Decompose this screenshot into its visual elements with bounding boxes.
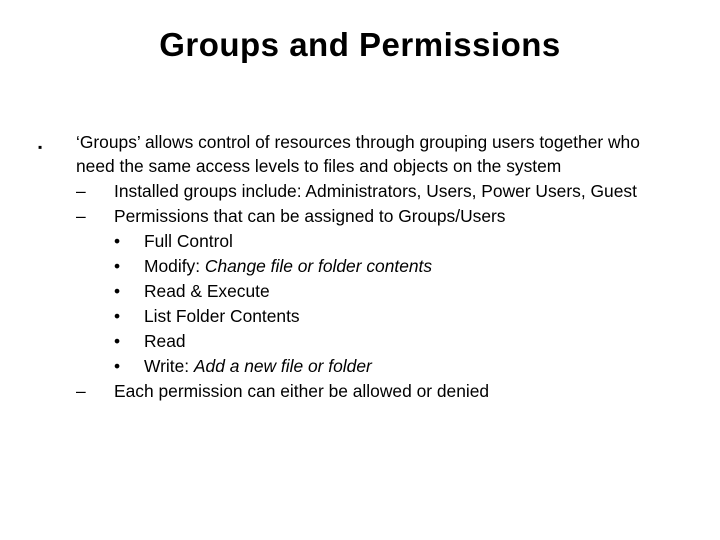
perm-item: Read bbox=[144, 329, 676, 353]
bullet-level-3: • Read & Execute bbox=[38, 279, 676, 303]
bullet-level-3: • Full Control bbox=[38, 229, 676, 253]
perm-item: Read & Execute bbox=[144, 279, 676, 303]
slide-title: Groups and Permissions bbox=[0, 26, 720, 64]
perm-item: Modify: Change file or folder contents bbox=[144, 254, 676, 278]
dot-bullet-icon: • bbox=[114, 281, 120, 301]
dot-bullet-icon: • bbox=[114, 356, 120, 376]
perm-label: Read & Execute bbox=[144, 281, 270, 301]
sub-text: Installed groups include: Administrators… bbox=[114, 179, 676, 203]
perm-label: Modify: bbox=[144, 256, 205, 276]
perm-item: List Folder Contents bbox=[144, 304, 676, 328]
bullet-level-3: • Modify: Change file or folder contents bbox=[38, 254, 676, 278]
bullet-level-2: – Installed groups include: Administrato… bbox=[38, 179, 676, 203]
perm-label: Read bbox=[144, 331, 186, 351]
bullet-level-2: – Each permission can either be allowed … bbox=[38, 379, 676, 403]
dash-bullet-icon: – bbox=[76, 381, 86, 401]
bullet-level-3: • List Folder Contents bbox=[38, 304, 676, 328]
slide: Groups and Permissions ▪ ‘Groups’ allows… bbox=[0, 26, 720, 540]
dot-bullet-icon: • bbox=[114, 256, 120, 276]
perm-label: Full Control bbox=[144, 231, 233, 251]
square-bullet-icon: ▪ bbox=[38, 140, 42, 154]
dot-bullet-icon: • bbox=[114, 306, 120, 326]
bullet-level-1: ▪ ‘Groups’ allows control of resources t… bbox=[38, 130, 676, 178]
sub-text: Each permission can either be allowed or… bbox=[114, 379, 676, 403]
dash-bullet-icon: – bbox=[76, 181, 86, 201]
slide-body: ▪ ‘Groups’ allows control of resources t… bbox=[38, 130, 676, 404]
perm-item: Write: Add a new file or folder bbox=[144, 354, 676, 378]
dot-bullet-icon: • bbox=[114, 231, 120, 251]
bullet-main-text: ‘Groups’ allows control of resources thr… bbox=[76, 130, 676, 178]
dash-bullet-icon: – bbox=[76, 206, 86, 226]
bullet-level-3: • Read bbox=[38, 329, 676, 353]
perm-desc: Change file or folder contents bbox=[205, 256, 432, 276]
perm-item: Full Control bbox=[144, 229, 676, 253]
perm-label: Write: bbox=[144, 356, 194, 376]
sub-text: Permissions that can be assigned to Grou… bbox=[114, 204, 676, 228]
dot-bullet-icon: • bbox=[114, 331, 120, 351]
perm-desc: Add a new file or folder bbox=[194, 356, 372, 376]
bullet-level-3: • Write: Add a new file or folder bbox=[38, 354, 676, 378]
bullet-level-2: – Permissions that can be assigned to Gr… bbox=[38, 204, 676, 228]
perm-label: List Folder Contents bbox=[144, 306, 300, 326]
